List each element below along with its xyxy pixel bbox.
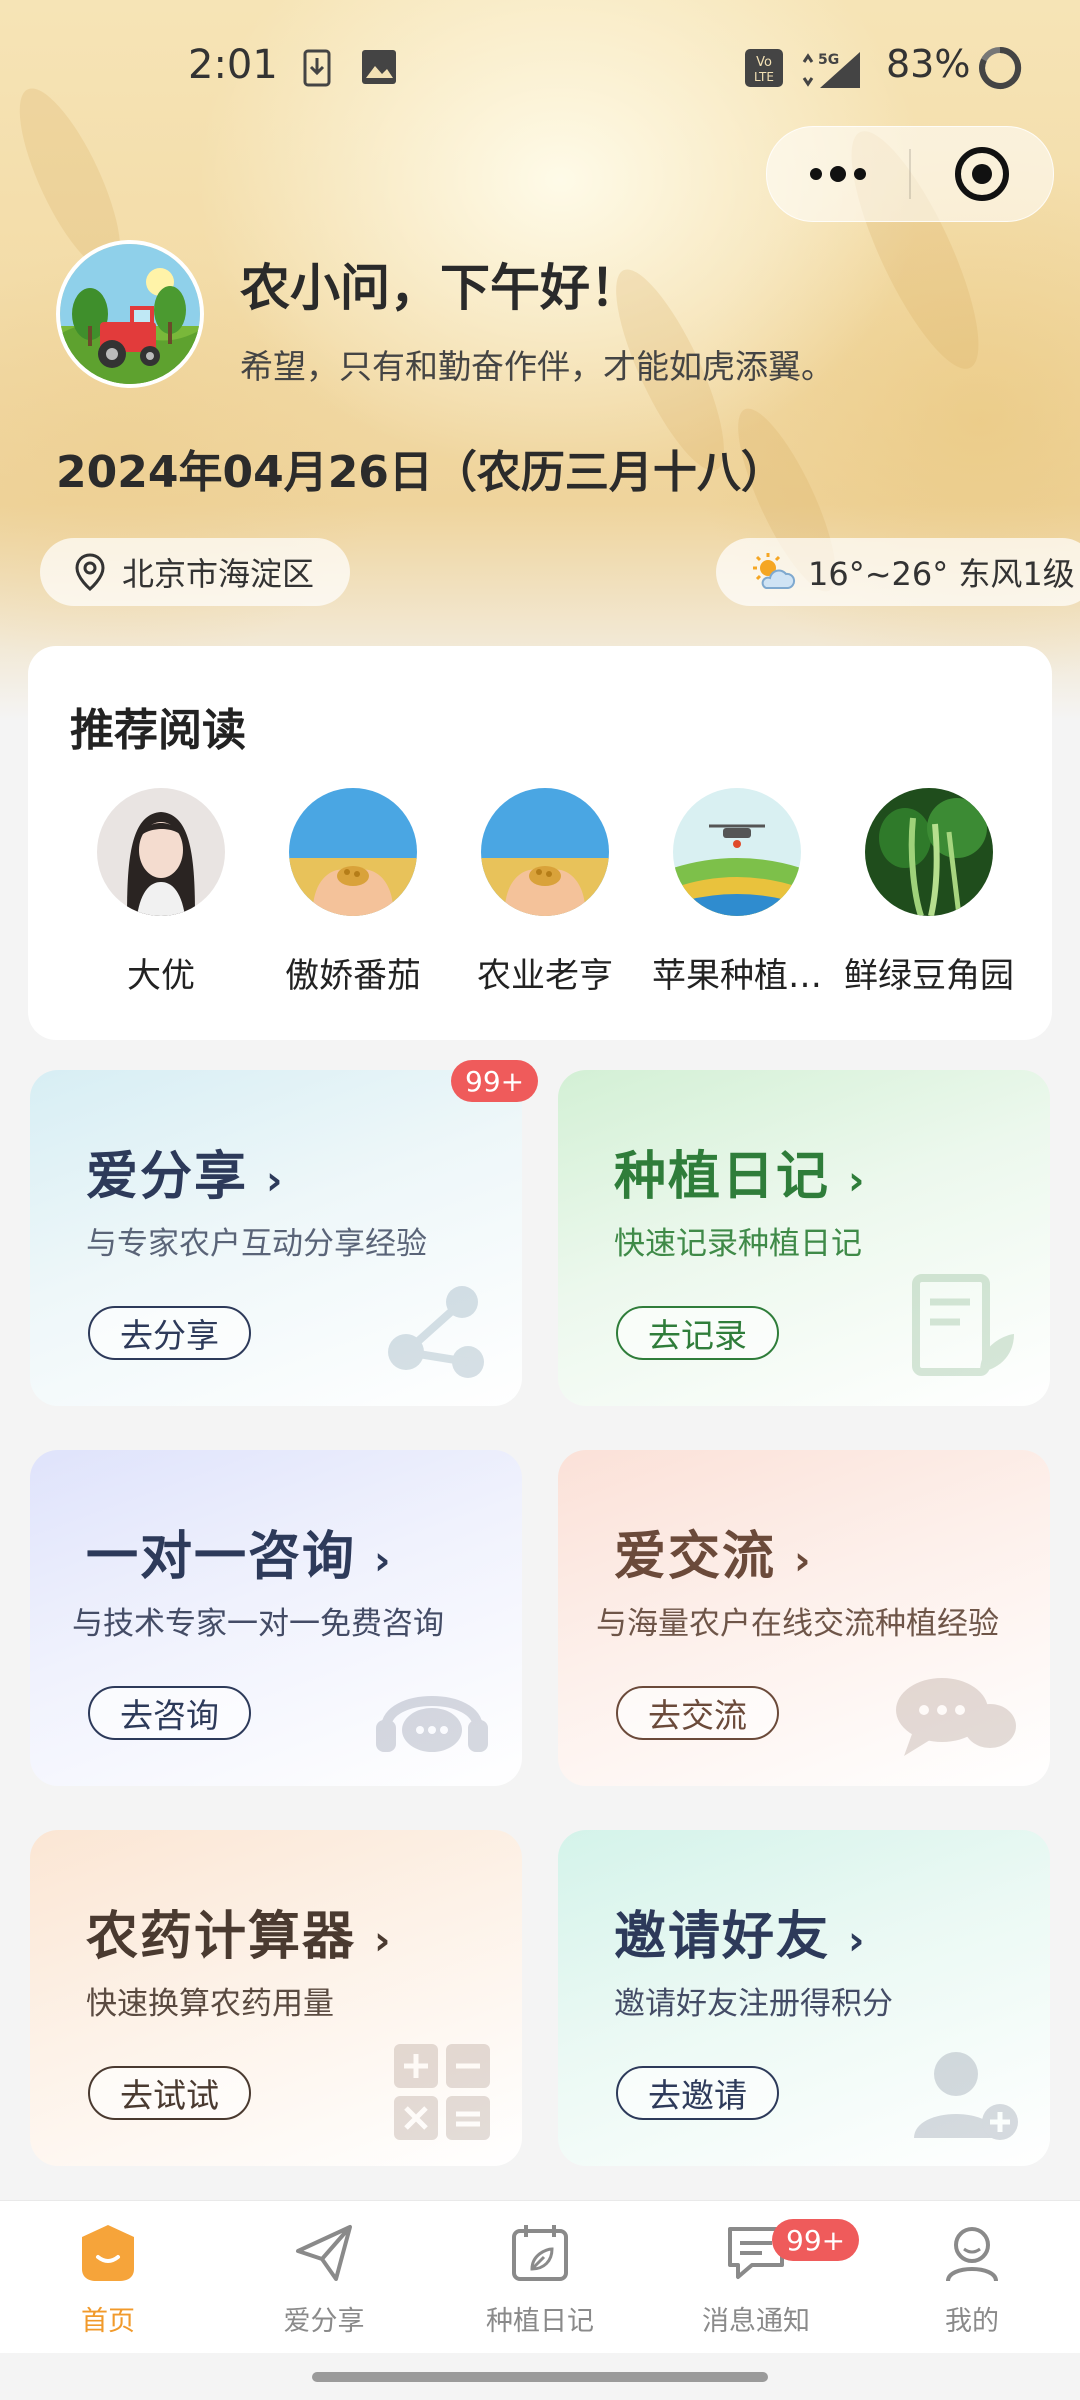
location-pill[interactable]: 北京市海淀区 xyxy=(40,538,350,606)
bottom-tab-bar: 首页 爱分享 种植日记 消息通知 99+ 我的 xyxy=(0,2200,1080,2353)
card-invite-friends[interactable]: 邀请好友 › 邀请好友注册得积分 去邀请 xyxy=(558,1830,1050,2166)
location-pin-icon xyxy=(75,553,105,591)
recommended-reading-section: 推荐阅读 大优 傲娇番茄 农业老亨 苹果种植… 鲜绿豆角园 xyxy=(28,646,1052,1040)
reader-name: 傲娇番茄 xyxy=(285,956,421,996)
user-avatar[interactable] xyxy=(56,240,204,388)
reader-avatar xyxy=(97,788,225,916)
motto-text: 希望，只有和勤奋作伴，才能如虎添翼。 xyxy=(240,347,834,386)
card-title: 种植日记 › xyxy=(614,1147,867,1207)
more-icon[interactable] xyxy=(805,157,871,191)
tab-label: 首页 xyxy=(81,2306,135,2337)
reader-item[interactable]: 大优 xyxy=(65,788,257,997)
home-indicator[interactable] xyxy=(312,2372,768,2382)
svg-text:5G: 5G xyxy=(818,52,839,68)
reader-item[interactable]: 鲜绿豆角园 xyxy=(833,788,1025,997)
card-consult[interactable]: 一对一咨询 › 与技术专家一对一免费咨询 去咨询 xyxy=(30,1450,522,1786)
card-title: 农药计算器 › xyxy=(86,1907,393,1967)
paper-plane-icon xyxy=(296,2225,352,2281)
card-subtitle: 与海量农户在线交流种植经验 xyxy=(596,1606,999,1642)
reader-avatar xyxy=(865,788,993,916)
section-title: 推荐阅读 xyxy=(70,705,246,756)
go-try-button[interactable]: 去试试 xyxy=(88,2066,251,2120)
greeting-title: 农小问，下午好！ xyxy=(240,259,640,317)
message-count-badge: 99+ xyxy=(772,2219,860,2261)
reader-name: 苹果种植… xyxy=(652,956,822,996)
calendar-leaf-icon xyxy=(512,2225,568,2281)
chat-bubbles-icon xyxy=(896,1678,1016,1756)
home-icon xyxy=(82,2225,134,2281)
chevron-right-icon: › xyxy=(374,1538,393,1584)
reader-name: 大优 xyxy=(127,956,195,996)
tab-share[interactable]: 爱分享 xyxy=(244,2221,404,2338)
reader-avatar xyxy=(481,788,609,916)
reader-item[interactable]: 傲娇番茄 xyxy=(257,788,449,997)
download-icon xyxy=(303,49,331,87)
partly-sunny-icon xyxy=(753,553,796,589)
reader-item[interactable]: 农业老亨 xyxy=(449,788,641,997)
chevron-right-icon: › xyxy=(848,1158,867,1204)
tab-profile[interactable]: 我的 xyxy=(892,2221,1052,2338)
reader-item[interactable]: 苹果种植… xyxy=(641,788,833,997)
add-user-icon xyxy=(914,2052,1018,2140)
card-subtitle: 快速换算农药用量 xyxy=(86,1986,334,2022)
card-subtitle: 邀请好友注册得积分 xyxy=(614,1986,893,2022)
image-icon xyxy=(362,50,396,84)
tractor-avatar-image xyxy=(60,244,200,384)
tab-label: 爱分享 xyxy=(283,2306,365,2337)
share-count-badge: 99+ xyxy=(451,1060,539,1102)
card-pesticide-calculator[interactable]: 农药计算器 › 快速换算农药用量 去试试 xyxy=(30,1830,522,2166)
share-nodes-icon xyxy=(388,1286,484,1378)
status-time: 2:01 xyxy=(188,42,278,88)
card-title: 爱分享 › xyxy=(86,1147,285,1207)
go-share-button[interactable]: 去分享 xyxy=(88,1306,251,1360)
card-share[interactable]: 爱分享 › 与专家农户互动分享经验 去分享 xyxy=(30,1070,522,1406)
capsule-menu xyxy=(766,126,1054,222)
chevron-right-icon: › xyxy=(848,1918,867,1964)
location-text: 北京市海淀区 xyxy=(122,555,315,593)
card-title: 邀请好友 › xyxy=(614,1907,867,1967)
tab-diary[interactable]: 种植日记 xyxy=(460,2221,620,2338)
card-exchange[interactable]: 爱交流 › 与海量农户在线交流种植经验 去交流 xyxy=(558,1450,1050,1786)
close-miniprogram-icon[interactable] xyxy=(953,145,1011,203)
card-subtitle: 快速记录种植日记 xyxy=(614,1226,862,1262)
diary-leaf-icon xyxy=(912,1274,1014,1376)
reader-name: 鲜绿豆角园 xyxy=(844,956,1014,996)
status-bar: 2:01 Vo LTE 5G 83% xyxy=(0,40,1080,100)
reader-avatar xyxy=(289,788,417,916)
tab-label: 我的 xyxy=(945,2306,999,2337)
tab-label: 消息通知 xyxy=(702,2306,810,2337)
go-consult-button[interactable]: 去咨询 xyxy=(88,1686,251,1740)
card-subtitle: 与技术专家一对一免费咨询 xyxy=(72,1606,444,1642)
card-title: 一对一咨询 › xyxy=(86,1527,393,1587)
signal-5g-icon: 5G xyxy=(802,52,860,88)
card-subtitle: 与专家农户互动分享经验 xyxy=(86,1226,427,1262)
reader-avatar xyxy=(673,788,801,916)
battery-level: 83% xyxy=(886,42,971,86)
svg-text:Vo: Vo xyxy=(756,55,772,70)
calculator-icon xyxy=(394,2044,490,2140)
battery-ring-icon xyxy=(979,46,1022,89)
volte-icon: Vo LTE xyxy=(745,49,783,87)
date-text: 2024年04月26日（农历三月十八） xyxy=(56,447,785,498)
chevron-right-icon: › xyxy=(794,1538,813,1584)
chevron-right-icon: › xyxy=(266,1158,285,1204)
go-record-button[interactable]: 去记录 xyxy=(616,1306,779,1360)
card-diary[interactable]: 种植日记 › 快速记录种植日记 去记录 xyxy=(558,1070,1050,1406)
go-exchange-button[interactable]: 去交流 xyxy=(616,1686,779,1740)
user-icon xyxy=(946,2227,998,2282)
card-title: 爱交流 › xyxy=(614,1527,813,1587)
reader-name: 农业老亨 xyxy=(477,956,613,996)
weather-pill[interactable]: 16°~26° 东风1级 xyxy=(716,538,1080,606)
tab-label: 种植日记 xyxy=(486,2306,594,2337)
weather-text: 16°~26° 东风1级 xyxy=(808,555,1075,593)
chevron-right-icon: › xyxy=(374,1918,393,1964)
tab-home[interactable]: 首页 xyxy=(28,2221,188,2338)
headset-chat-icon xyxy=(376,1696,488,1752)
svg-text:LTE: LTE xyxy=(754,70,774,84)
go-invite-button[interactable]: 去邀请 xyxy=(616,2066,779,2120)
